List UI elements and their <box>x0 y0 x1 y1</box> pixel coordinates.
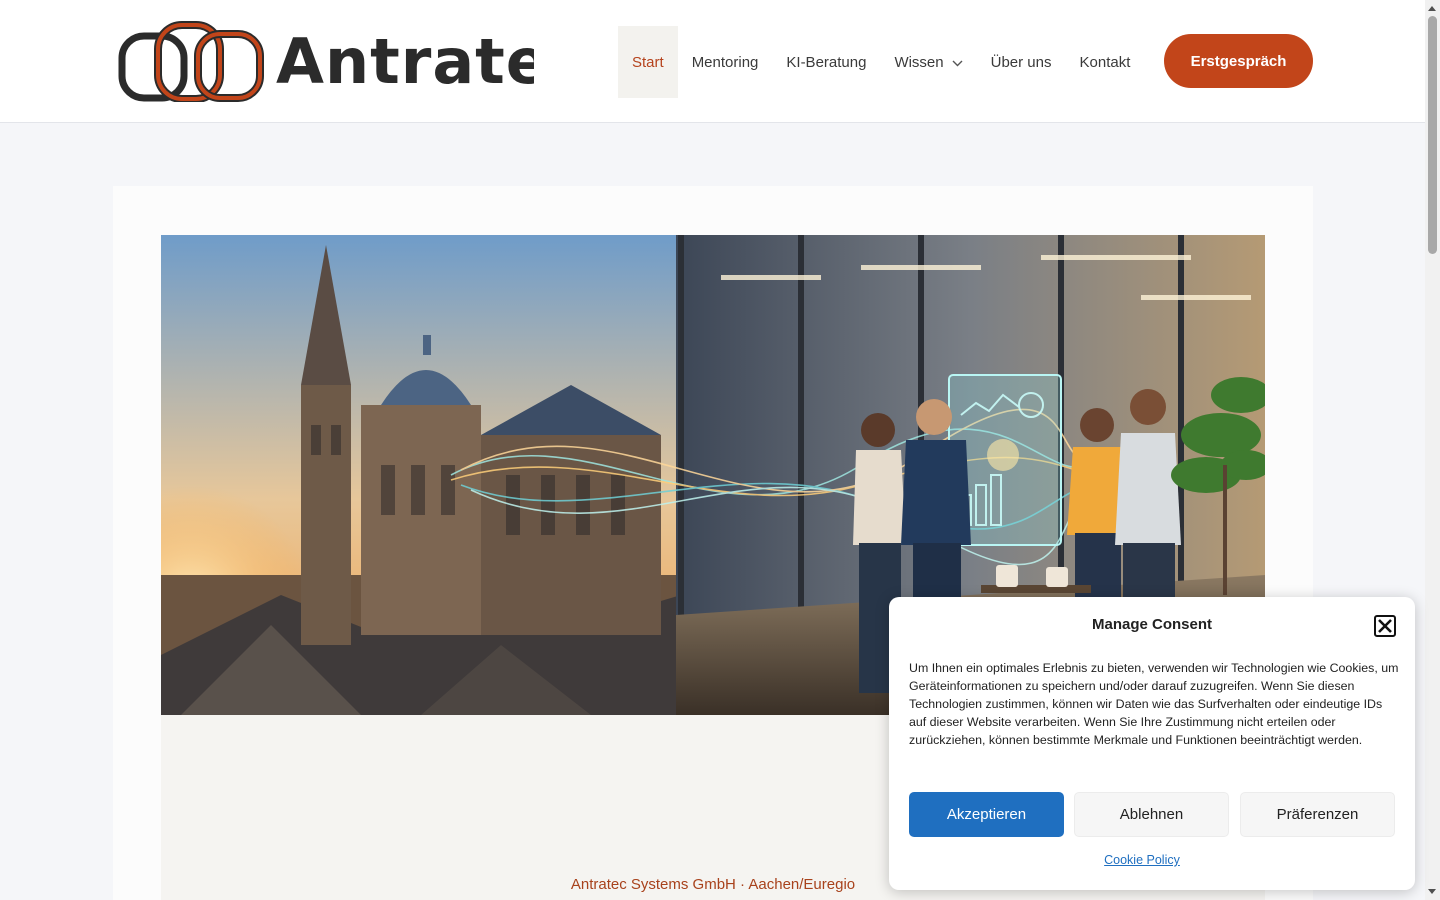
consent-dialog: Manage Consent Um Ihnen ein optimales Er… <box>889 597 1415 890</box>
site-logo[interactable]: Antratec <box>118 18 534 104</box>
nav-item-ki-beratung[interactable]: KI-Beratung <box>772 26 880 98</box>
nav-item-label: Über uns <box>990 53 1052 71</box>
preferences-button[interactable]: Präferenzen <box>1240 792 1395 837</box>
main-nav: Start Mentoring KI-Beratung Wissen Über … <box>618 26 1144 98</box>
nav-item-label: Mentoring <box>691 53 759 71</box>
consent-title: Manage Consent <box>1091 616 1212 633</box>
scroll-down-arrow-icon[interactable] <box>1428 889 1436 894</box>
logo-wordmark: Antratec <box>276 24 534 98</box>
nav-item-kontakt[interactable]: Kontakt <box>1066 26 1145 98</box>
accept-button[interactable]: Akzeptieren <box>909 792 1064 837</box>
close-icon[interactable] <box>1374 615 1396 637</box>
page-scrollbar[interactable] <box>1425 0 1440 900</box>
nav-item-label: Wissen <box>894 53 944 71</box>
scrollbar-thumb[interactable] <box>1428 16 1437 254</box>
cookie-policy-link[interactable]: Cookie Policy <box>889 853 1395 867</box>
nav-item-label: KI-Beratung <box>786 53 867 71</box>
nav-item-label: Kontakt <box>1079 53 1131 71</box>
nav-item-wissen[interactable]: Wissen <box>880 26 976 98</box>
scroll-up-arrow-icon[interactable] <box>1428 6 1436 11</box>
nav-item-start[interactable]: Start <box>618 26 678 98</box>
deny-button[interactable]: Ablehnen <box>1074 792 1229 837</box>
nav-item-label: Start <box>632 53 664 71</box>
chain-links-icon <box>118 21 264 102</box>
nav-item-ueber-uns[interactable]: Über uns <box>977 26 1066 98</box>
consent-text: Um Ihnen ein optimales Erlebnis zu biete… <box>909 661 1399 747</box>
site-header: Antratec Start Mentoring KI-Beratung Wis… <box>0 0 1425 123</box>
erstgespraech-button[interactable]: Erstgespräch <box>1164 34 1313 88</box>
nav-item-mentoring[interactable]: Mentoring <box>678 26 773 98</box>
chevron-down-icon <box>952 54 963 71</box>
